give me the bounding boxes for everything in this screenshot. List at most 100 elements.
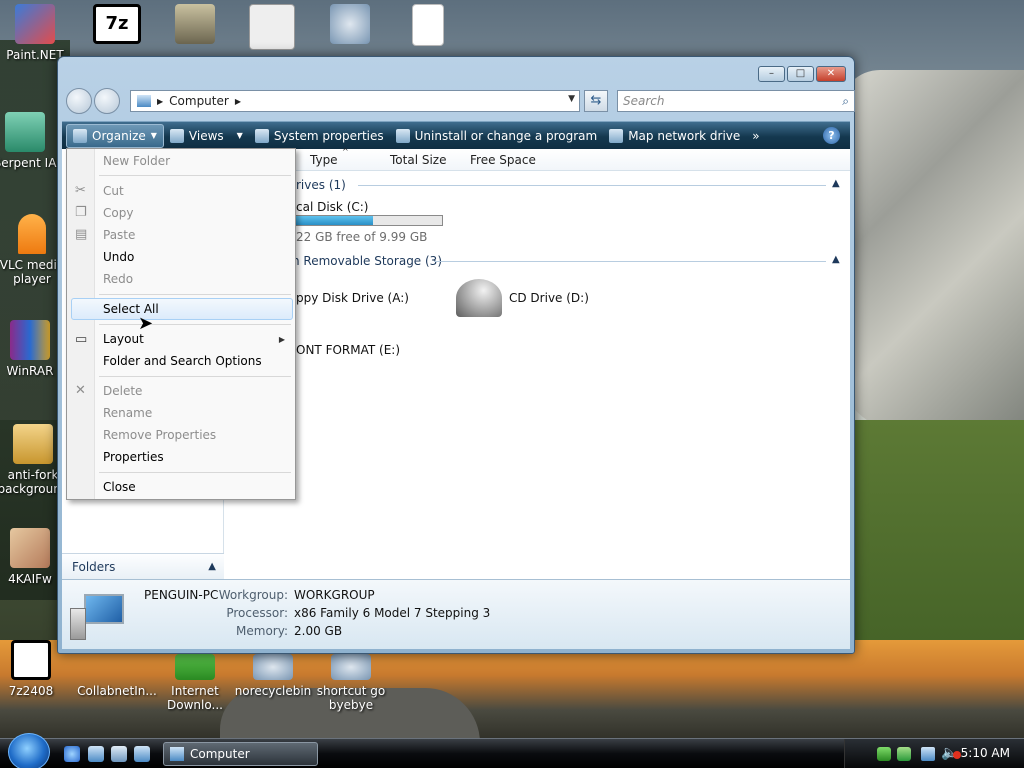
column-type[interactable]: Type xyxy=(310,153,338,167)
desktop-icon-idm[interactable]: Internet Downlo... xyxy=(150,654,240,712)
refresh-button[interactable]: ⇆ xyxy=(584,90,608,112)
menu-item-close[interactable]: Close xyxy=(103,480,136,494)
chevron-up-icon[interactable]: ▲ xyxy=(832,178,840,189)
toolbar-overflow-button[interactable]: » xyxy=(746,124,765,148)
menu-separator xyxy=(99,376,291,377)
cd-drive-label[interactable]: CD Drive (D:) xyxy=(509,291,589,305)
search-input[interactable]: Search ⌕ xyxy=(617,90,855,112)
removable-drive-e-label[interactable]: ONT FORMAT (E:) xyxy=(296,343,400,357)
menu-item-cut[interactable]: Cut xyxy=(103,184,124,198)
menu-separator xyxy=(99,472,291,473)
mouse-cursor-icon: ➤ xyxy=(138,313,154,334)
views-button[interactable]: Views ▼ xyxy=(164,124,249,148)
taskbar-button-computer[interactable]: Computer xyxy=(163,742,318,766)
desktop-icon-shortcut[interactable]: shortcut go byebye xyxy=(306,654,396,712)
workgroup-key: Workgroup: xyxy=(218,588,288,602)
processor-value: x86 Family 6 Model 7 Stepping 3 xyxy=(294,606,491,620)
installer-icon xyxy=(97,654,137,680)
clock[interactable]: 5:10 AM xyxy=(961,746,1010,760)
organize-button[interactable]: Organize ▼ xyxy=(66,123,164,148)
close-button[interactable]: ✕ xyxy=(816,66,846,82)
computer-icon xyxy=(70,590,128,640)
menu-item-new-folder[interactable]: New Folder xyxy=(103,154,170,168)
menu-item-rename[interactable]: Rename xyxy=(103,406,152,420)
back-button[interactable] xyxy=(66,88,92,114)
organize-menu: New Folder ✂ Cut ❐ Copy ▤ Paste Undo Red… xyxy=(66,148,296,500)
desktop-icon-label: Internet Downlo... xyxy=(167,684,223,712)
computer-quicklaunch-icon[interactable] xyxy=(134,746,150,762)
search-placeholder: Search xyxy=(623,94,665,108)
folders-toggle[interactable]: Folders ▲ xyxy=(62,553,224,579)
memory-key: Memory: xyxy=(236,624,288,638)
taskbar: Computer 🔈 5:10 AM xyxy=(0,733,1024,768)
cd-drive-icon xyxy=(456,279,502,317)
chevron-up-icon[interactable]: ▲ xyxy=(832,254,840,265)
drive-c-label[interactable]: cal Disk (C:) xyxy=(296,200,368,214)
menu-separator xyxy=(99,324,291,325)
menu-item-undo[interactable]: Undo xyxy=(103,250,134,264)
navigation-bar: ▶ Computer ▶ ▼ ⇆ Search ⌕ xyxy=(66,87,855,114)
network-status-icon[interactable] xyxy=(877,747,891,761)
menu-item-delete[interactable]: Delete xyxy=(103,384,142,398)
menu-item-remove-properties[interactable]: Remove Properties xyxy=(103,428,216,442)
workgroup-value: WORKGROUP xyxy=(294,588,375,602)
system-properties-button[interactable]: System properties xyxy=(249,124,390,148)
network-icon[interactable] xyxy=(921,747,935,761)
address-bar[interactable]: ▶ Computer ▶ ▼ xyxy=(130,90,580,112)
column-total-size[interactable]: Total Size xyxy=(390,153,446,167)
group-divider xyxy=(434,261,826,262)
image-icon xyxy=(10,528,50,568)
menu-item-properties[interactable]: Properties xyxy=(103,450,164,464)
computer-icon xyxy=(170,747,184,761)
caption-buttons: – □ ✕ xyxy=(758,66,846,82)
menu-item-copy[interactable]: Copy xyxy=(103,206,133,220)
forward-button[interactable] xyxy=(94,88,120,114)
drive-c-usage-bar xyxy=(287,215,443,226)
search-icon[interactable]: ⌕ xyxy=(842,91,849,111)
menu-item-layout[interactable]: Layout xyxy=(103,332,144,346)
desktop-icon-blank[interactable] xyxy=(383,4,473,50)
views-icon xyxy=(169,128,184,143)
desktop-icon-paintnet[interactable]: Paint.NET xyxy=(0,4,80,62)
folder-icon xyxy=(13,424,53,464)
taskbar-button-label: Computer xyxy=(190,747,250,761)
menu-item-select-all[interactable]: Select All xyxy=(71,298,293,320)
switch-windows-icon[interactable] xyxy=(111,746,127,762)
sevenzip-icon: 7z xyxy=(93,4,141,44)
chevron-down-icon: ▼ xyxy=(236,131,243,140)
desktop-icon-collabnet[interactable]: CollabnetIn... xyxy=(72,654,162,698)
chevron-down-icon: ▼ xyxy=(150,131,157,140)
system-properties-icon xyxy=(254,128,269,143)
security-icon[interactable] xyxy=(897,747,911,761)
breadcrumb-arrow-icon: ▶ xyxy=(234,96,241,106)
desktop-icon-serpent[interactable]: Serpent IA xyxy=(0,112,60,170)
start-button[interactable] xyxy=(8,733,50,768)
uninstall-program-button[interactable]: Uninstall or change a program xyxy=(390,124,604,148)
menu-item-folder-search-options[interactable]: Folder and Search Options xyxy=(103,354,262,368)
internet-explorer-icon[interactable] xyxy=(64,746,80,762)
menu-item-redo[interactable]: Redo xyxy=(103,272,133,286)
desktop-icon-norecyclebin[interactable]: norecyclebin xyxy=(228,654,318,698)
column-free-space[interactable]: Free Space xyxy=(470,153,536,167)
desktop-icon-label: shortcut go byebye xyxy=(316,684,386,712)
show-desktop-icon[interactable] xyxy=(88,746,104,762)
desktop-icon-label: CollabnetIn... xyxy=(77,684,157,698)
maximize-button[interactable]: □ xyxy=(787,66,814,82)
floppy-drive-label[interactable]: ppy Disk Drive (A:) xyxy=(296,291,409,305)
map-network-drive-button[interactable]: Map network drive xyxy=(603,124,746,148)
sevenzip-icon xyxy=(11,640,51,680)
desktop-icon-label: 7z2408 xyxy=(8,684,54,698)
minimize-button[interactable]: – xyxy=(758,66,785,82)
submenu-arrow-icon: ▶ xyxy=(278,335,285,344)
desktop-icon-gears[interactable] xyxy=(305,4,395,48)
copy-icon: ❐ xyxy=(75,205,87,220)
address-dropdown-icon[interactable]: ▼ xyxy=(568,94,575,104)
desktop-icon-7z[interactable]: 7z xyxy=(72,4,162,48)
system-properties-label: System properties xyxy=(273,128,384,143)
details-pane: PENGUIN-PC Workgroup: WORKGROUP Processo… xyxy=(62,579,850,649)
menu-item-paste[interactable]: Paste xyxy=(103,228,135,242)
desktop-icon-cartoon[interactable] xyxy=(227,4,317,54)
help-button[interactable]: ? xyxy=(823,127,840,144)
column-header: Type ^ Total Size Free Space xyxy=(224,147,850,171)
desktop-icon-label: norecyclebin xyxy=(234,684,312,698)
